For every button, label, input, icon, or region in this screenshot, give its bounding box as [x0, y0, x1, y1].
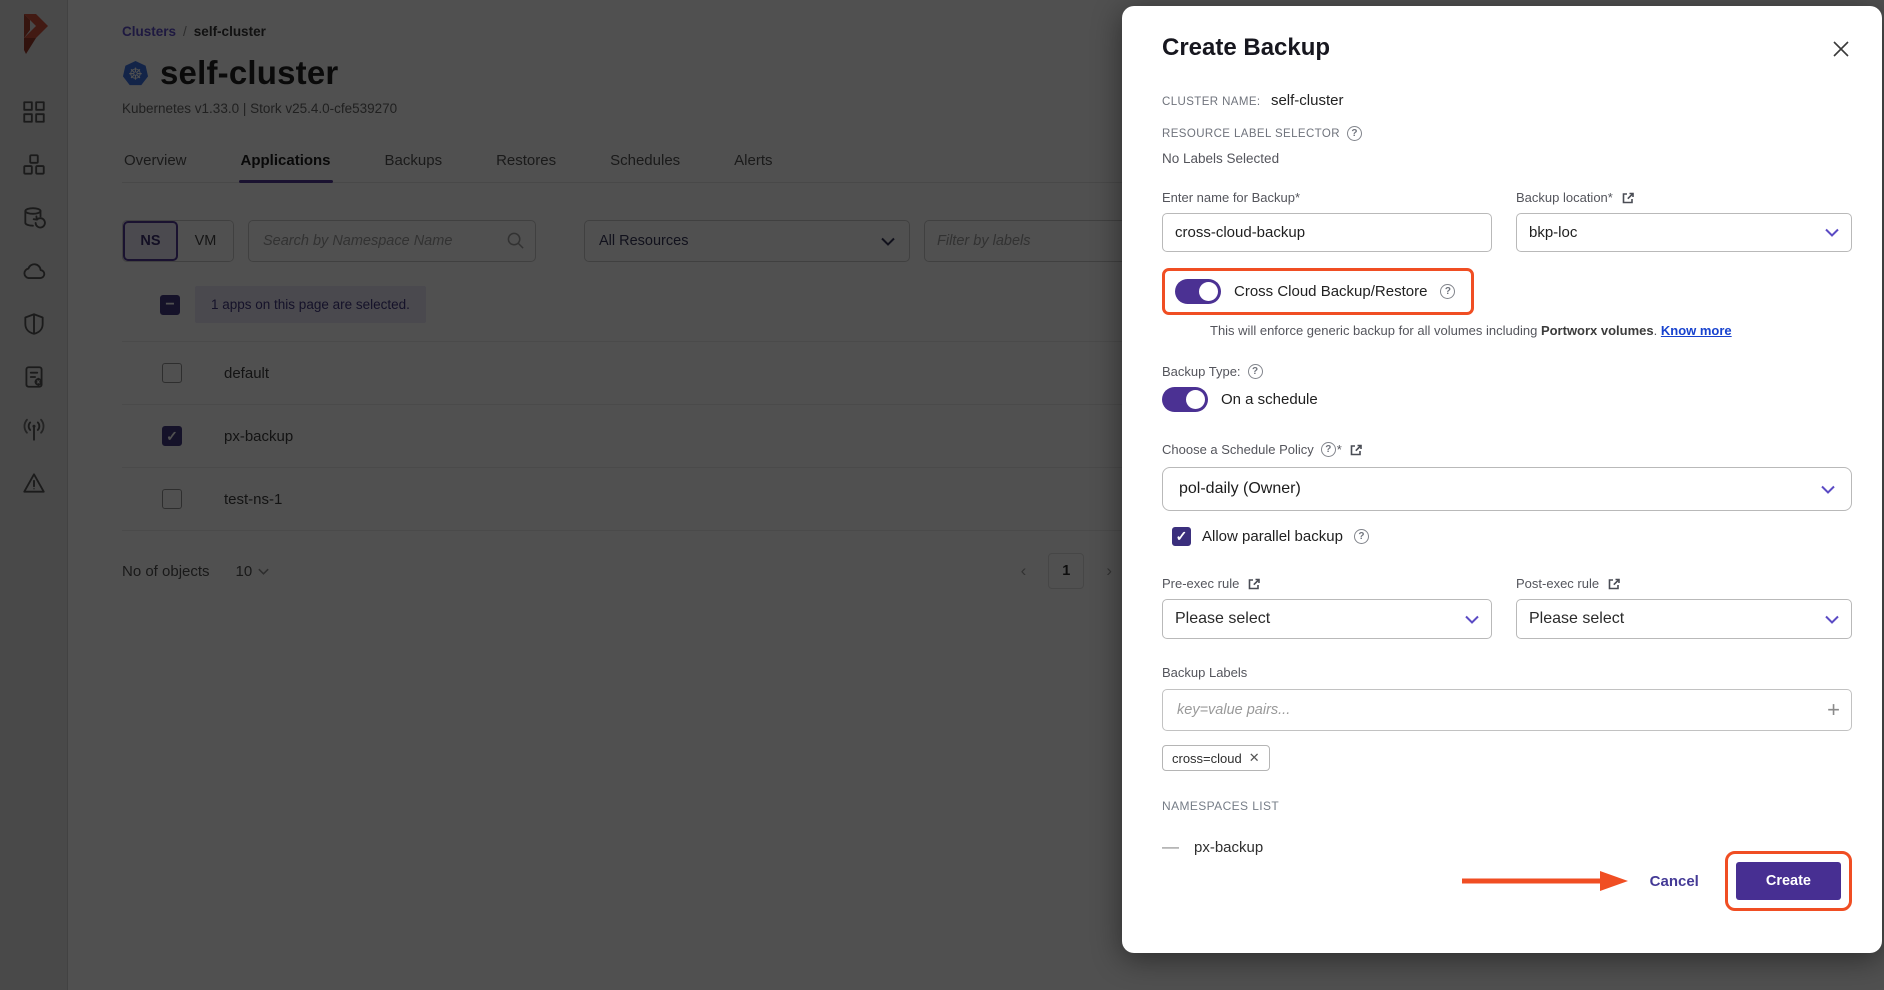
chip-text: cross=cloud [1172, 751, 1242, 766]
help-icon[interactable]: ? [1440, 284, 1455, 299]
cancel-button[interactable]: Cancel [1650, 873, 1699, 890]
create-button-highlight: Create [1725, 851, 1852, 911]
chevron-down-icon [1825, 615, 1839, 624]
pre-exec-label: Pre-exec rule [1162, 576, 1239, 591]
help-icon[interactable]: ? [1321, 442, 1336, 457]
dash-icon: — [1162, 837, 1179, 857]
cluster-name-label: CLUSTER NAME: [1162, 96, 1261, 108]
remove-chip-icon[interactable]: ✕ [1249, 750, 1260, 766]
no-labels-text: No Labels Selected [1162, 151, 1852, 166]
external-link-icon[interactable] [1247, 577, 1261, 591]
schedule-policy-select[interactable]: pol-daily (Owner) [1162, 467, 1852, 511]
backup-type-label: Backup Type: [1162, 364, 1241, 379]
chevron-down-icon [1465, 615, 1479, 624]
drawer-title: Create Backup [1162, 34, 1330, 62]
external-link-icon[interactable] [1607, 577, 1621, 591]
backup-location-select[interactable]: bkp-loc [1516, 213, 1852, 252]
resource-label-selector-label: RESOURCE LABEL SELECTOR [1162, 128, 1340, 140]
pre-exec-value: Please select [1175, 610, 1270, 628]
backup-location-value: bkp-loc [1529, 224, 1577, 241]
helper-bold: Portworx volumes [1541, 323, 1654, 338]
help-icon[interactable]: ? [1347, 126, 1362, 141]
namespaces-list-label: NAMESPACES LIST [1162, 799, 1852, 813]
know-more-link[interactable]: Know more [1661, 323, 1732, 338]
helper-suffix: . [1654, 323, 1661, 338]
required-mark: * [1337, 442, 1342, 457]
backup-location-label: Backup location* [1516, 190, 1613, 205]
help-icon[interactable]: ? [1354, 529, 1369, 544]
create-button[interactable]: Create [1736, 862, 1841, 900]
pre-exec-select[interactable]: Please select [1162, 599, 1492, 639]
chevron-down-icon [1825, 228, 1839, 237]
external-link-icon[interactable] [1621, 191, 1635, 205]
backup-name-input[interactable] [1162, 213, 1492, 252]
post-exec-select[interactable]: Please select [1516, 599, 1852, 639]
external-link-icon[interactable] [1349, 443, 1363, 457]
annotation-arrow-icon [1460, 869, 1630, 893]
cross-cloud-highlight-box: Cross Cloud Backup/Restore ? [1162, 268, 1474, 315]
backup-labels-input[interactable] [1162, 689, 1852, 731]
helper-prefix: This will enforce generic backup for all… [1210, 323, 1541, 338]
backup-labels-label: Backup Labels [1162, 665, 1852, 680]
schedule-toggle-label: On a schedule [1221, 391, 1318, 408]
schedule-policy-value: pol-daily (Owner) [1179, 480, 1301, 498]
schedule-toggle[interactable] [1162, 387, 1208, 412]
cross-cloud-label: Cross Cloud Backup/Restore [1234, 283, 1427, 300]
label-chip: cross=cloud ✕ [1162, 745, 1270, 771]
add-label-icon[interactable]: + [1827, 697, 1840, 723]
allow-parallel-label: Allow parallel backup [1202, 528, 1343, 545]
chevron-down-icon [1821, 485, 1835, 494]
backup-name-label: Enter name for Backup* [1162, 190, 1492, 205]
schedule-policy-label: Choose a Schedule Policy [1162, 442, 1314, 457]
post-exec-value: Please select [1529, 610, 1624, 628]
cluster-name-value: self-cluster [1271, 92, 1344, 109]
allow-parallel-checkbox[interactable] [1172, 527, 1191, 546]
close-icon[interactable] [1830, 38, 1852, 60]
help-icon[interactable]: ? [1248, 364, 1263, 379]
cross-cloud-helper-text: This will enforce generic backup for all… [1210, 323, 1852, 338]
post-exec-label: Post-exec rule [1516, 576, 1599, 591]
create-backup-drawer: Create Backup CLUSTER NAME: self-cluster… [1122, 6, 1882, 953]
cross-cloud-toggle[interactable] [1175, 279, 1221, 304]
namespace-item-name: px-backup [1194, 839, 1263, 856]
